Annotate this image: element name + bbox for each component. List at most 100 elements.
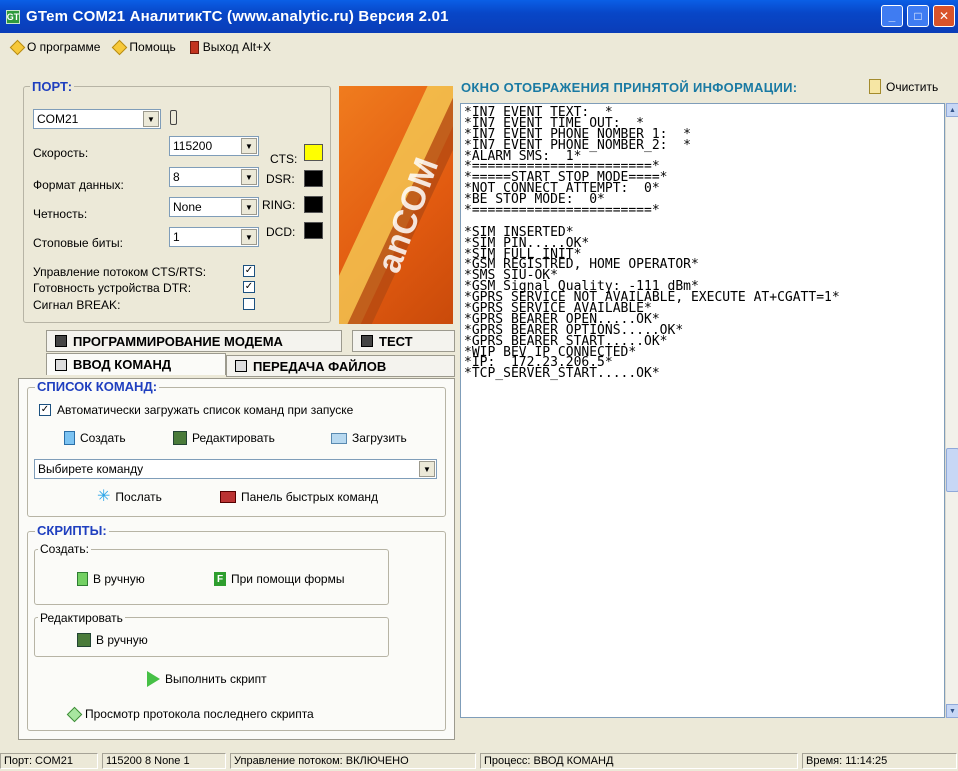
tab-modem-programming[interactable]: ПРОГРАММИРОВАНИЕ МОДЕМА (46, 330, 342, 352)
minimize-button[interactable]: _ (881, 5, 903, 27)
command-select-value: Выбирете команду (38, 462, 144, 476)
ring-label: RING: (262, 198, 296, 212)
flow-control-label: Управление потоком CTS/RTS: (33, 265, 207, 279)
flow-control-checkbox[interactable]: ✓ (243, 265, 255, 277)
clear-page-icon (869, 79, 881, 94)
port-status-icon (170, 110, 177, 125)
run-script-label: Выполнить скрипт (165, 672, 267, 686)
status-time: Время: 11:14:25 (802, 753, 957, 769)
send-button[interactable]: ✳ Послать (97, 488, 162, 505)
maximize-button[interactable]: □ (907, 5, 929, 27)
menu-exit-label: Выход Alt+X (202, 40, 272, 54)
command-select[interactable]: Выбирете команду ▼ (34, 459, 437, 479)
status-flow: Управление потоком: ВКЛЮЧЕНО (230, 753, 476, 769)
stopbits-select[interactable]: 1 ▼ (169, 227, 259, 247)
form-icon: F (214, 572, 226, 586)
script-form-button[interactable]: F При помощи формы (214, 572, 344, 586)
run-script-button[interactable]: Выполнить скрипт (147, 671, 267, 687)
view-log-label: Просмотр протокола последнего скрипта (85, 707, 314, 721)
test-icon (361, 335, 373, 347)
scripts-legend: СКРИПТЫ: (35, 523, 109, 538)
format-label: Формат данных: (33, 178, 124, 192)
port-select[interactable]: COM21 ▼ (33, 109, 161, 129)
tab-test-label: ТЕСТ (379, 333, 413, 349)
chevron-down-icon: ▼ (241, 169, 257, 185)
tab-command-input[interactable]: ВВОД КОМАНД (46, 353, 226, 375)
script-create-manual-button[interactable]: В ручную (77, 572, 145, 586)
cts-label: CTS: (270, 152, 298, 166)
dtr-label: Готовность устройства DTR: (33, 281, 192, 295)
script-edit-manual-button[interactable]: В ручную (77, 633, 148, 647)
menu-exit[interactable]: Выход Alt+X (189, 40, 272, 54)
port-select-value: COM21 (37, 112, 79, 126)
speed-select[interactable]: 115200 ▼ (169, 136, 259, 156)
send-label: Послать (115, 490, 162, 504)
script-create-caption: Создать: (38, 542, 91, 556)
autoload-checkbox[interactable]: ✓ (39, 404, 51, 416)
scroll-thumb[interactable] (946, 448, 958, 492)
play-icon (147, 671, 160, 687)
scroll-up-icon[interactable]: ▲ (946, 103, 958, 117)
quick-panel-icon (220, 491, 236, 503)
edit-script-icon (77, 633, 91, 647)
chevron-down-icon: ▼ (143, 111, 159, 127)
menu-help-label: Помощь (129, 40, 176, 54)
edit-command-label: Редактировать (192, 431, 275, 445)
tab-test[interactable]: ТЕСТ (352, 330, 455, 352)
command-input-panel: СПИСОК КОМАНД: ✓ Автоматически загружать… (18, 378, 455, 740)
stopbits-select-value: 1 (173, 230, 180, 244)
view-log-button[interactable]: Просмотр протокола последнего скрипта (66, 706, 314, 722)
load-command-label: Загрузить (352, 431, 407, 445)
log-diamond-icon (66, 706, 83, 722)
tab-modem-label: ПРОГРАММИРОВАНИЕ МОДЕМА (73, 333, 283, 349)
output-scrollbar[interactable]: ▲ ▼ (945, 103, 958, 718)
app-icon: GT (6, 9, 20, 24)
title-bar: GT GTem COM21 АналитикТС (www.analytic.r… (0, 0, 958, 33)
scroll-down-icon[interactable]: ▼ (946, 704, 958, 718)
output-title: ОКНО ОТОБРАЖЕНИЯ ПРИНЯТОЙ ИНФОРМАЦИИ: (461, 80, 798, 95)
dcd-indicator (304, 222, 323, 239)
edit-icon (173, 431, 187, 445)
window-title: GTem COM21 АналитикТС (www.analytic.ru) … (26, 8, 449, 25)
quick-commands-button[interactable]: Панель быстрых команд (220, 490, 378, 504)
cts-indicator (304, 144, 323, 161)
status-bar: Порт: COM21 115200 8 None 1 Управление п… (0, 753, 958, 771)
keyboard-icon (55, 358, 67, 371)
stopbits-label: Стоповые биты: (33, 236, 123, 250)
create-command-button[interactable]: Создать (64, 431, 126, 445)
status-process: Процесс: ВВОД КОМАНД (480, 753, 798, 769)
break-checkbox[interactable] (243, 298, 255, 310)
close-button[interactable]: ✕ (933, 5, 955, 27)
command-list-legend: СПИСОК КОМАНД: (35, 379, 160, 394)
open-folder-icon (331, 432, 347, 444)
quick-commands-label: Панель быстрых команд (241, 490, 379, 504)
dtr-checkbox[interactable]: ✓ (243, 281, 255, 293)
new-document-icon (64, 431, 75, 445)
tab-file-transfer[interactable]: ПЕРЕДАЧА ФАЙЛОВ (226, 355, 455, 377)
help-diamond-icon (112, 39, 128, 55)
parity-select[interactable]: None ▼ (169, 197, 259, 217)
chevron-down-icon: ▼ (241, 138, 257, 154)
tab-commands-label: ВВОД КОМАНД (73, 357, 172, 372)
autoload-label: Автоматически загружать список команд пр… (57, 403, 354, 417)
clear-button[interactable]: Очистить (869, 79, 938, 94)
ancom-logo: anCOM (339, 86, 453, 324)
ring-indicator (304, 196, 323, 213)
chevron-down-icon: ▼ (241, 229, 257, 245)
create-command-label: Создать (80, 431, 126, 445)
parity-label: Четность: (33, 207, 88, 221)
send-star-icon: ✳ (97, 488, 111, 505)
dsr-indicator (304, 170, 323, 187)
status-params: 115200 8 None 1 (102, 753, 226, 769)
port-legend: ПОРТ: (30, 79, 75, 94)
info-diamond-icon (9, 39, 26, 55)
menu-about[interactable]: О программе (9, 39, 100, 55)
load-command-button[interactable]: Загрузить (331, 431, 407, 445)
edit-command-button[interactable]: Редактировать (173, 431, 275, 445)
script-edit-caption: Редактировать (38, 611, 125, 625)
format-select[interactable]: 8 ▼ (169, 167, 259, 187)
output-terminal[interactable]: *IN7 EVENT TEXT: * *IN7 EVENT TIME OUT: *… (460, 103, 945, 718)
modem-icon (55, 335, 67, 347)
menu-help[interactable]: Помощь (112, 39, 176, 55)
format-select-value: 8 (173, 170, 180, 184)
